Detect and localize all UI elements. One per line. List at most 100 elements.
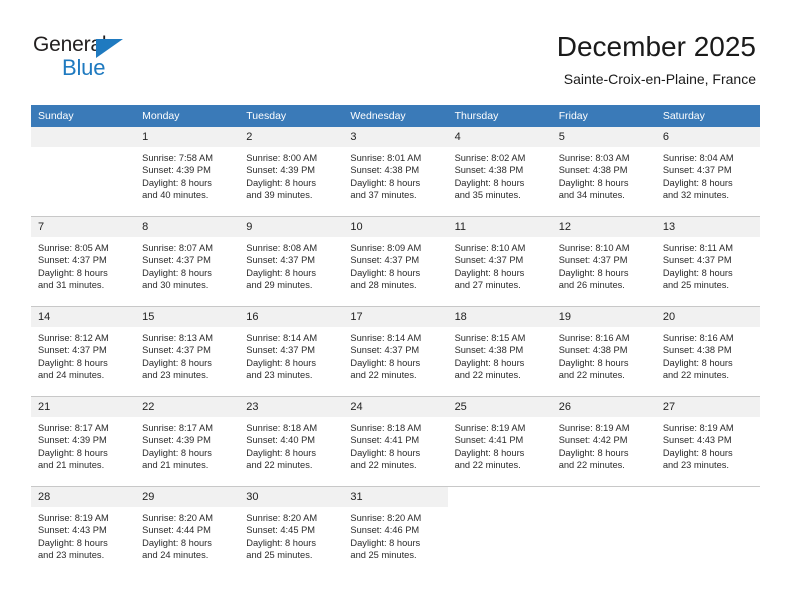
- day-details: [31, 147, 135, 152]
- sunrise-time: Sunrise: 8:03 AM: [558, 153, 630, 163]
- daylight-line-1: Daylight: 8 hours: [350, 177, 421, 188]
- daylight-line-2: and 22 minutes.: [246, 460, 313, 471]
- calendar-day-cell[interactable]: 30 Sunrise: 8:20 AM Sunset: 4:45 PM Dayligh…: [239, 486, 344, 576]
- calendar-day-cell[interactable]: 7 Sunrise: 8:05 AM Sunset: 4:37 PM Daylight…: [31, 216, 136, 307]
- weekday-header-sunday: Sunday: [31, 105, 136, 127]
- sunrise-time: Sunrise: 8:13 AM: [142, 333, 213, 343]
- calendar-day-cell[interactable]: 3 Sunrise: 8:01 AM Sunset: 4:38 PM Daylight…: [343, 127, 448, 217]
- day-number: 25: [447, 397, 552, 417]
- calendar-day-cell[interactable]: [655, 486, 760, 576]
- sunset-time: Sunset: 4:37 PM: [662, 255, 732, 266]
- daylight-line-1: Daylight: 8 hours: [350, 267, 421, 278]
- day-number: 2: [239, 127, 344, 147]
- calendar-day-cell[interactable]: 14 Sunrise: 8:12 AM Sunset: 4:37 PM Dayligh…: [31, 306, 136, 397]
- daylight-line-1: Daylight: 8 hours: [662, 267, 733, 278]
- calendar-day-cell[interactable]: 25 Sunrise: 8:19 AM Sunset: 4:41 PM Dayligh…: [447, 396, 552, 487]
- calendar-day-cell[interactable]: 23 Sunrise: 8:18 AM Sunset: 4:40 PM Dayligh…: [239, 396, 344, 487]
- day-number: [448, 487, 552, 507]
- sunrise-time: Sunrise: 8:17 AM: [142, 423, 213, 433]
- page-title: December 2025: [556, 31, 756, 62]
- sunrise-time: Sunrise: 8:20 AM: [246, 513, 318, 523]
- sunset-time: Sunset: 4:37 PM: [142, 345, 211, 356]
- daylight-line-1: Daylight: 8 hours: [142, 537, 212, 548]
- calendar-day-cell[interactable]: 26 Sunrise: 8:19 AM Sunset: 4:42 PM Dayligh…: [551, 396, 656, 487]
- day-number: 7: [31, 217, 136, 237]
- calendar-day-cell[interactable]: 19 Sunrise: 8:16 AM Sunset: 4:38 PM Dayligh…: [551, 306, 656, 397]
- calendar-day-cell[interactable]: 4 Sunrise: 8:02 AM Sunset: 4:38 PM Daylight…: [447, 127, 552, 217]
- sunrise-time: Sunrise: 8:11 AM: [662, 243, 733, 253]
- day-details: Sunrise: 8:04 AM Sunset: 4:37 PM Daylight:…: [656, 147, 760, 202]
- calendar-day-cell[interactable]: 28 Sunrise: 8:19 AM Sunset: 4:43 PM Dayligh…: [31, 486, 136, 576]
- daylight-line-1: Daylight: 8 hours: [662, 177, 733, 188]
- daylight-line-1: Daylight: 8 hours: [350, 357, 421, 368]
- calendar-day-cell[interactable]: 31 Sunrise: 8:20 AM Sunset: 4:46 PM Dayligh…: [343, 486, 448, 576]
- calendar-day-cell[interactable]: 11 Sunrise: 8:10 AM Sunset: 4:37 PM Dayligh…: [447, 216, 552, 307]
- general-blue-logo[interactable]: General Blue: [33, 33, 153, 81]
- calendar-day-cell[interactable]: 2 Sunrise: 8:00 AM Sunset: 4:39 PM Daylight…: [239, 127, 344, 217]
- daylight-line-2: and 32 minutes.: [662, 190, 729, 201]
- daylight-line-2: and 31 minutes.: [38, 280, 105, 291]
- day-number: 17: [343, 307, 448, 327]
- sunset-time: Sunset: 4:38 PM: [454, 165, 524, 176]
- calendar-day-cell[interactable]: 8 Sunrise: 8:07 AM Sunset: 4:37 PM Daylight…: [135, 216, 240, 307]
- calendar-week-row: 14 Sunrise: 8:12 AM Sunset: 4:37 PM Dayligh…: [31, 306, 760, 397]
- day-number: 24: [343, 397, 448, 417]
- calendar-day-cell[interactable]: [31, 127, 136, 217]
- daylight-line-1: Daylight: 8 hours: [246, 357, 317, 368]
- daylight-line-2: and 22 minutes.: [454, 460, 521, 471]
- day-number: 26: [551, 397, 656, 417]
- day-details: Sunrise: 8:20 AM Sunset: 4:46 PM Daylight:…: [343, 507, 447, 562]
- calendar-day-cell[interactable]: 12 Sunrise: 8:10 AM Sunset: 4:37 PM Dayligh…: [551, 216, 656, 307]
- daylight-line-1: Daylight: 8 hours: [350, 447, 421, 458]
- day-number: 30: [239, 487, 344, 507]
- day-details: Sunrise: 8:17 AM Sunset: 4:39 PM Daylight:…: [31, 417, 135, 472]
- sunrise-time: Sunrise: 8:05 AM: [38, 243, 109, 253]
- calendar-day-cell[interactable]: 17 Sunrise: 8:14 AM Sunset: 4:37 PM Dayligh…: [343, 306, 448, 397]
- calendar-day-cell[interactable]: 21 Sunrise: 8:17 AM Sunset: 4:39 PM Dayligh…: [31, 396, 136, 487]
- calendar-day-cell[interactable]: [551, 486, 656, 576]
- sunset-time: Sunset: 4:43 PM: [38, 525, 107, 536]
- day-number: 8: [135, 217, 240, 237]
- daylight-line-2: and 23 minutes.: [246, 370, 313, 381]
- calendar-day-cell[interactable]: 10 Sunrise: 8:09 AM Sunset: 4:37 PM Dayligh…: [343, 216, 448, 307]
- sunrise-time: Sunrise: 8:14 AM: [350, 333, 422, 343]
- daylight-line-2: and 21 minutes.: [38, 460, 105, 471]
- calendar-week-row: 21 Sunrise: 8:17 AM Sunset: 4:39 PM Dayligh…: [31, 396, 760, 487]
- calendar-day-cell[interactable]: 5 Sunrise: 8:03 AM Sunset: 4:38 PM Daylight…: [551, 127, 656, 217]
- calendar-day-cell[interactable]: 29 Sunrise: 8:20 AM Sunset: 4:44 PM Dayligh…: [135, 486, 240, 576]
- daylight-line-1: Daylight: 8 hours: [142, 177, 212, 188]
- calendar-day-cell[interactable]: 13 Sunrise: 8:11 AM Sunset: 4:37 PM Dayligh…: [655, 216, 760, 307]
- sunrise-time: Sunrise: 8:18 AM: [246, 423, 318, 433]
- day-number: 12: [551, 217, 656, 237]
- calendar-day-cell[interactable]: 20 Sunrise: 8:16 AM Sunset: 4:38 PM Dayligh…: [655, 306, 760, 397]
- calendar-week-row: 28 Sunrise: 8:19 AM Sunset: 4:43 PM Dayligh…: [31, 486, 760, 576]
- calendar-day-cell[interactable]: 6 Sunrise: 8:04 AM Sunset: 4:37 PM Daylight…: [655, 127, 760, 217]
- calendar-day-cell[interactable]: 1 Sunrise: 7:58 AM Sunset: 4:39 PM Daylight…: [135, 127, 240, 217]
- calendar-day-cell[interactable]: 22 Sunrise: 8:17 AM Sunset: 4:39 PM Dayligh…: [135, 396, 240, 487]
- daylight-line-1: Daylight: 8 hours: [558, 447, 629, 458]
- day-details: Sunrise: 8:15 AM Sunset: 4:38 PM Daylight:…: [448, 327, 552, 382]
- calendar-day-cell[interactable]: 9 Sunrise: 8:08 AM Sunset: 4:37 PM Daylight…: [239, 216, 344, 307]
- title-block: December 2025 Sainte-Croix-en-Plaine, Fr…: [557, 30, 756, 88]
- sunrise-time: Sunrise: 8:09 AM: [350, 243, 422, 253]
- calendar-day-cell[interactable]: 27 Sunrise: 8:19 AM Sunset: 4:43 PM Dayligh…: [655, 396, 760, 487]
- daylight-line-1: Daylight: 8 hours: [38, 537, 108, 548]
- sunset-time: Sunset: 4:46 PM: [350, 525, 420, 536]
- sunset-time: Sunset: 4:39 PM: [142, 165, 211, 176]
- sunset-time: Sunset: 4:39 PM: [142, 435, 211, 446]
- weekday-header-saturday: Saturday: [655, 105, 760, 127]
- sunset-time: Sunset: 4:41 PM: [350, 435, 420, 446]
- day-number: 23: [239, 397, 344, 417]
- daylight-line-1: Daylight: 8 hours: [662, 447, 733, 458]
- calendar-day-cell[interactable]: 24 Sunrise: 8:18 AM Sunset: 4:41 PM Dayligh…: [343, 396, 448, 487]
- day-number: [552, 487, 656, 507]
- calendar-day-cell[interactable]: [447, 486, 552, 576]
- calendar-day-cell[interactable]: 18 Sunrise: 8:15 AM Sunset: 4:38 PM Dayligh…: [447, 306, 552, 397]
- calendar-day-cell[interactable]: 16 Sunrise: 8:14 AM Sunset: 4:37 PM Dayligh…: [239, 306, 344, 397]
- daylight-line-1: Daylight: 8 hours: [558, 357, 629, 368]
- day-details: Sunrise: 8:11 AM Sunset: 4:37 PM Daylight:…: [656, 237, 760, 292]
- daylight-line-2: and 23 minutes.: [142, 370, 209, 381]
- day-details: [448, 507, 552, 512]
- calendar-day-cell[interactable]: 15 Sunrise: 8:13 AM Sunset: 4:37 PM Dayligh…: [135, 306, 240, 397]
- sunset-time: Sunset: 4:43 PM: [662, 435, 732, 446]
